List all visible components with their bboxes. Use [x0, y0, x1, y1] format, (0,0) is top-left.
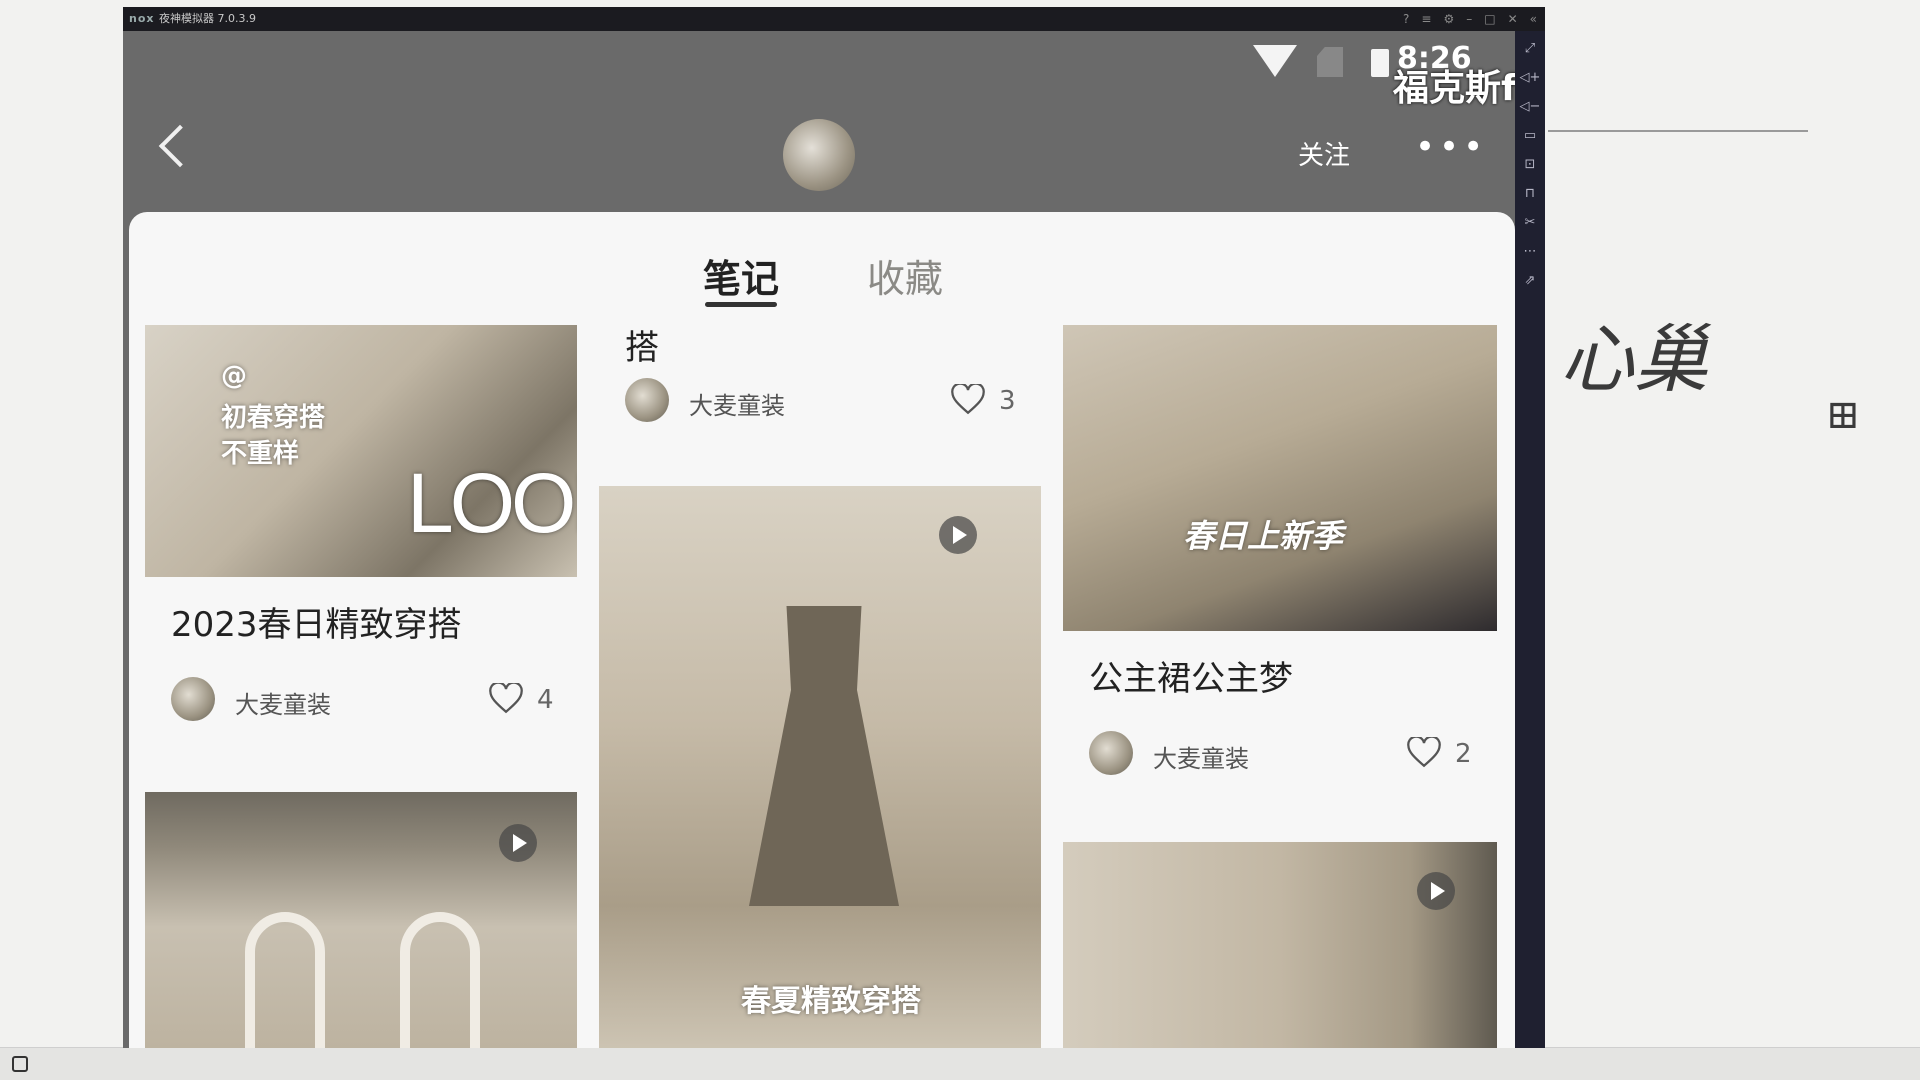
menu-icon[interactable]: ≡ — [1421, 7, 1431, 31]
lock-icon[interactable]: ⊓ — [1525, 186, 1535, 201]
card-image — [145, 792, 577, 1048]
handwritten-mark: ⊞ — [1826, 392, 1860, 438]
divider-line — [1548, 130, 1808, 132]
image-caption: 春夏精致穿搭 — [741, 984, 921, 1019]
profile-avatar[interactable] — [783, 119, 855, 191]
emulator-window: nox 夜神模拟器 7.0.3.9 ? ≡ ⚙ – □ ✕ « ⤢ ◁+ ◁− … — [123, 7, 1545, 1048]
note-card[interactable]: 搭 大麦童装 3 — [599, 312, 1041, 432]
close-icon[interactable]: ✕ — [1508, 7, 1518, 31]
note-card[interactable]: @ 初春穿搭 不重样 LOOK 2023春日精致穿搭 大麦童装 4 — [145, 325, 577, 745]
like-count: 2 — [1455, 739, 1472, 769]
no-sim-icon — [1317, 47, 1343, 77]
screen-icon[interactable]: ▭ — [1524, 128, 1536, 143]
tab-notes[interactable]: 笔记 — [703, 248, 779, 303]
volume-up-icon[interactable]: ◁+ — [1520, 70, 1541, 85]
more-tools-icon[interactable]: ⋯ — [1524, 244, 1537, 259]
back-icon[interactable] — [158, 124, 202, 168]
battery-icon — [1371, 49, 1389, 77]
author-avatar — [171, 677, 215, 721]
play-icon[interactable] — [499, 824, 537, 862]
overlay-caption: 福克斯fa — [1393, 68, 1515, 109]
image-caption: 不重样 — [221, 439, 300, 469]
author-name: 大麦童装 — [1153, 745, 1249, 773]
card-title: 公主裙公主梦 — [1089, 659, 1293, 699]
phone-screen: 8:26 福克斯fa 关注 ••• 笔记 收藏 @ 初春穿搭 不重样 LOOK … — [123, 31, 1515, 1048]
card-title: 搭 — [625, 328, 659, 368]
heart-icon[interactable] — [1407, 737, 1441, 769]
external-link-icon[interactable]: ⇗ — [1525, 273, 1536, 288]
fullscreen-icon[interactable]: ⤢ — [1525, 41, 1535, 56]
heart-icon[interactable] — [951, 384, 985, 416]
card-image: 春夏精致穿搭 — [599, 486, 1041, 1048]
card-title: 2023春日精致穿搭 — [171, 605, 462, 645]
author-name: 大麦童装 — [689, 392, 785, 420]
note-card[interactable]: 春夏精致穿搭 — [599, 486, 1041, 1048]
follow-button[interactable]: 关注 — [1298, 135, 1350, 172]
more-options-icon[interactable]: ••• — [1415, 127, 1487, 167]
image-caption: @ — [221, 361, 247, 391]
note-card[interactable] — [1063, 842, 1497, 1048]
heart-icon[interactable] — [489, 683, 523, 715]
image-caption: 春日上新季 — [1183, 517, 1344, 555]
emulator-title: 夜神模拟器 7.0.3.9 — [159, 12, 256, 25]
status-bar: 8:26 福克斯fa — [1115, 31, 1515, 109]
help-icon[interactable]: ? — [1403, 7, 1409, 31]
emulator-sidebar: ⤢ ◁+ ◁− ▭ ⊡ ⊓ ✂ ⋯ ⇗ — [1515, 31, 1545, 1048]
author-name: 大麦童装 — [235, 691, 331, 719]
emulator-titlebar: nox 夜神模拟器 7.0.3.9 ? ≡ ⚙ – □ ✕ « — [123, 7, 1545, 31]
shoe-shape — [245, 912, 325, 1048]
minimize-icon[interactable]: – — [1466, 7, 1472, 31]
settings-icon[interactable]: ⚙ — [1443, 7, 1454, 31]
install-apk-icon[interactable]: ⊡ — [1525, 157, 1536, 172]
like-count: 3 — [999, 386, 1016, 416]
image-caption: LOOK — [407, 456, 577, 550]
active-tab-indicator — [705, 302, 777, 307]
card-image: @ 初春穿搭 不重样 LOOK — [145, 325, 577, 577]
play-icon[interactable] — [939, 516, 977, 554]
like-count: 4 — [537, 685, 554, 715]
handwritten-text: 心巢 — [1560, 317, 1708, 403]
dress-shape — [749, 606, 899, 906]
shoe-shape — [400, 912, 480, 1048]
card-image: 春日上新季 — [1063, 325, 1497, 631]
notes-panel: 笔记 收藏 @ 初春穿搭 不重样 LOOK 2023春日精致穿搭 大麦童装 4 … — [129, 212, 1515, 1048]
image-caption: 初春穿搭 — [221, 403, 326, 433]
author-avatar — [1089, 731, 1133, 775]
note-card[interactable]: 春日上新季 公主裙公主梦 大麦童装 2 — [1063, 325, 1497, 785]
scissors-icon[interactable]: ✂ — [1525, 215, 1536, 230]
maximize-icon[interactable]: □ — [1484, 7, 1495, 31]
note-card[interactable] — [145, 792, 577, 1048]
play-icon[interactable] — [1417, 872, 1455, 910]
window-controls: ? ≡ ⚙ – □ ✕ « — [1403, 7, 1537, 31]
author-avatar — [625, 378, 669, 422]
emulator-logo: nox — [129, 12, 155, 25]
wifi-icon — [1253, 45, 1297, 77]
taskbar — [0, 1047, 1920, 1080]
collapse-icon[interactable]: « — [1530, 7, 1537, 31]
card-image — [1063, 842, 1497, 1048]
document-icon[interactable] — [12, 1056, 28, 1072]
tab-collections[interactable]: 收藏 — [867, 248, 943, 303]
volume-down-icon[interactable]: ◁− — [1520, 99, 1541, 114]
